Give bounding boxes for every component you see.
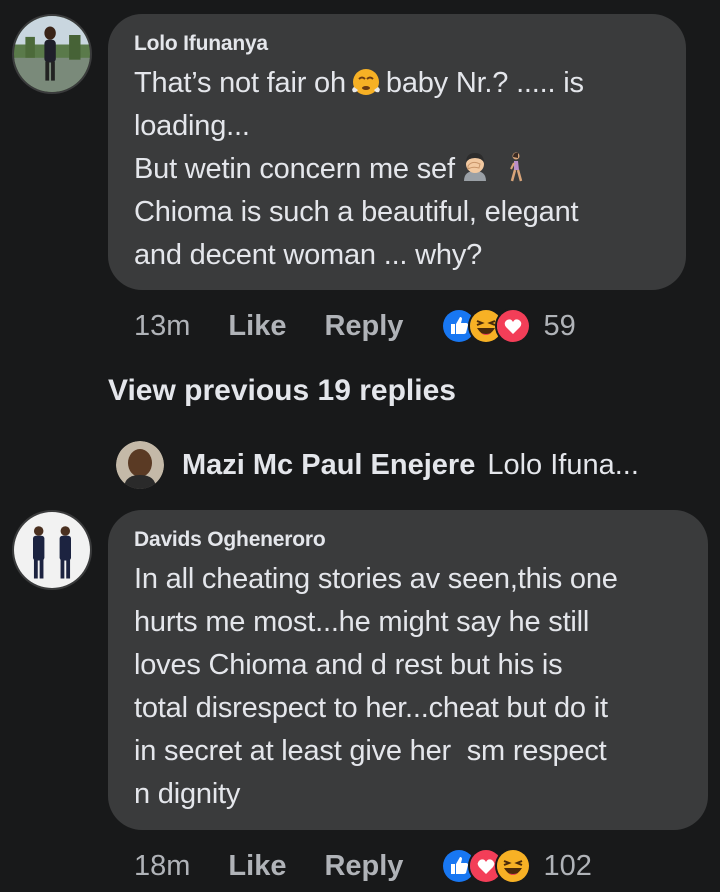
comment-author[interactable]: Davids Ogheneroro — [134, 528, 682, 552]
comment-line: loves Chioma and d rest but his is — [134, 649, 563, 681]
comment-line: hurts me most...he might say he still — [134, 606, 590, 638]
comment-text-segment: That’s not fair oh — [134, 67, 346, 99]
comment-text: In all cheating stories av seen,this one… — [134, 558, 682, 816]
comment-text-segment: But wetin concern me sef — [134, 153, 455, 185]
comment-line: n dignity — [134, 778, 241, 810]
view-previous-replies-link[interactable]: View previous 19 replies — [108, 374, 456, 408]
comment-timestamp[interactable]: 18m — [134, 850, 190, 883]
comment-actions: 18m Like Reply 102 — [134, 846, 592, 886]
comment-line: That’s not fair oh baby Nr.? ..... is — [134, 62, 660, 105]
walking-woman-emoji-icon — [499, 151, 531, 183]
reactions-summary[interactable] — [441, 848, 532, 884]
avatar[interactable] — [12, 14, 92, 94]
reaction-count[interactable]: 102 — [543, 850, 591, 883]
reply-button[interactable]: Reply — [324, 310, 403, 343]
love-reaction-icon — [495, 308, 532, 344]
comment-actions: 13m Like Reply 59 — [134, 306, 576, 346]
reactions-summary[interactable] — [441, 308, 532, 344]
comment-line: total disrespect to her...cheat but do i… — [134, 692, 608, 724]
avatar[interactable] — [116, 441, 164, 489]
comment-line: In all cheating stories av seen,this one — [134, 563, 618, 595]
profile-photo-icon — [116, 441, 164, 489]
comment-text-segment: baby Nr.? ..... is — [385, 67, 584, 99]
reply-preview[interactable]: Mazi Mc Paul Enejere Lolo Ifuna... — [116, 440, 639, 490]
comment-bubble[interactable]: Lolo Ifunanya That’s not fair oh baby Nr.… — [108, 14, 686, 290]
like-button[interactable]: Like — [228, 850, 286, 883]
comments-thread: Lolo Ifunanya That’s not fair oh baby Nr.… — [0, 0, 720, 892]
avatar[interactable] — [12, 510, 92, 590]
comment-line: in secret at least give her sm respect — [134, 735, 607, 767]
comment-text: That’s not fair oh baby Nr.? ..... is loa… — [134, 62, 660, 277]
comment-bubble[interactable]: Davids Ogheneroro In all cheating storie… — [108, 510, 708, 830]
comment-author[interactable]: Lolo Ifunanya — [134, 32, 660, 56]
profile-photo-icon — [14, 16, 90, 92]
profile-photo-icon — [14, 512, 90, 588]
comment-line: Chioma is such a beautiful, elegant — [134, 196, 579, 228]
haha-reaction-icon — [495, 848, 532, 884]
reply-author[interactable]: Mazi Mc Paul Enejere — [182, 449, 475, 482]
reply-button[interactable]: Reply — [324, 850, 403, 883]
reply-snippet: Lolo Ifuna... — [487, 448, 639, 481]
comment-line: and decent woman ... why? — [134, 239, 483, 271]
reaction-count[interactable]: 59 — [543, 310, 575, 343]
facepalm-emoji-icon — [459, 151, 491, 183]
like-button[interactable]: Like — [228, 310, 286, 343]
steaming-face-emoji-icon — [350, 65, 382, 97]
comment-line: But wetin concern me sef — [134, 148, 660, 191]
comment-line: loading... — [134, 110, 250, 142]
comment-timestamp[interactable]: 13m — [134, 310, 190, 343]
